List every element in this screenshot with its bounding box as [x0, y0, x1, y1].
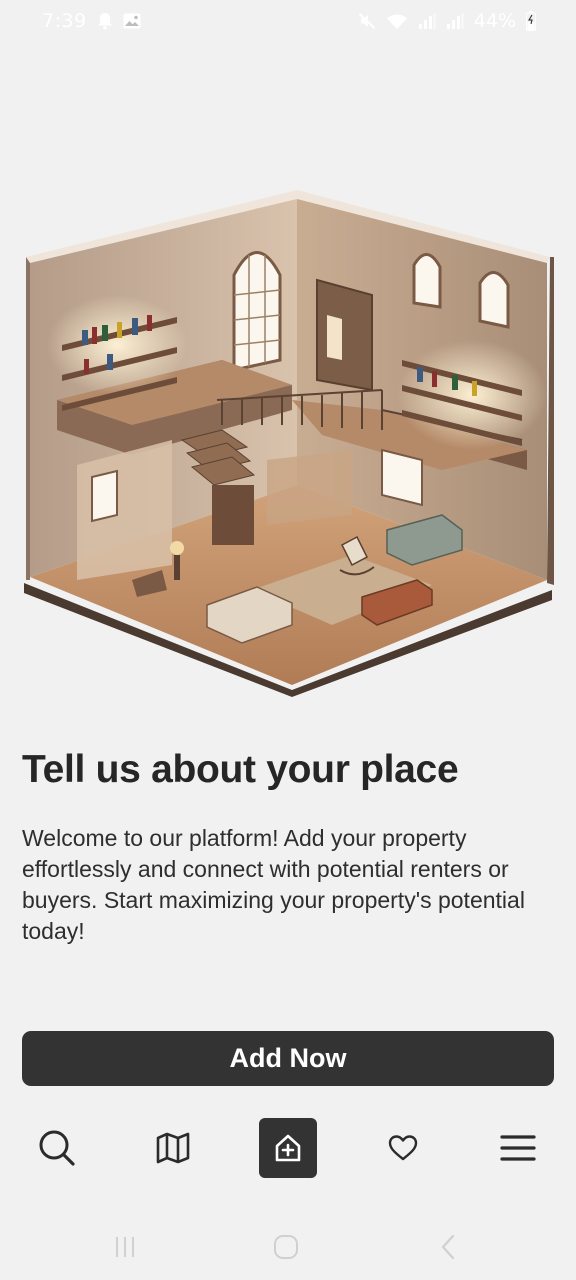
- screen: 7:39 44% Tell us about your place Welcom…: [0, 0, 576, 1280]
- mute-icon: [358, 12, 376, 30]
- back-button[interactable]: [428, 1232, 468, 1266]
- nav-map[interactable]: [144, 1118, 202, 1178]
- wifi-icon: [386, 12, 408, 30]
- notification-bell-icon: [97, 12, 113, 30]
- signal-icon: [446, 12, 464, 30]
- heart-icon: [388, 1134, 418, 1162]
- nav-search[interactable]: [28, 1118, 86, 1178]
- image-icon: [123, 13, 141, 29]
- add-home-icon: [273, 1133, 303, 1163]
- home-button[interactable]: [266, 1232, 306, 1266]
- house-illustration: [22, 185, 554, 697]
- battery-text: 44%: [473, 10, 516, 32]
- status-right: 44%: [358, 10, 536, 32]
- search-icon: [38, 1129, 76, 1167]
- nav-add-property[interactable]: [259, 1118, 317, 1178]
- bottom-nav: [0, 1118, 576, 1180]
- nav-favorites[interactable]: [374, 1118, 432, 1178]
- page-description: Welcome to our platform! Add your proper…: [22, 825, 525, 944]
- status-left: 7:39: [42, 10, 141, 32]
- menu-icon: [500, 1133, 536, 1163]
- page-title: Tell us about your place: [22, 748, 459, 791]
- battery-icon: [526, 11, 536, 31]
- back-icon: [439, 1234, 457, 1264]
- recent-apps-icon: [113, 1235, 137, 1263]
- status-bar: 7:39 44%: [0, 0, 576, 42]
- home-icon: [273, 1234, 299, 1264]
- signal-icon: [418, 12, 436, 30]
- map-icon: [156, 1132, 190, 1164]
- status-time: 7:39: [42, 10, 87, 32]
- add-now-button[interactable]: Add Now: [22, 1031, 554, 1086]
- system-nav: [0, 1222, 576, 1274]
- nav-menu[interactable]: [489, 1118, 547, 1178]
- recent-apps-button[interactable]: [105, 1232, 145, 1266]
